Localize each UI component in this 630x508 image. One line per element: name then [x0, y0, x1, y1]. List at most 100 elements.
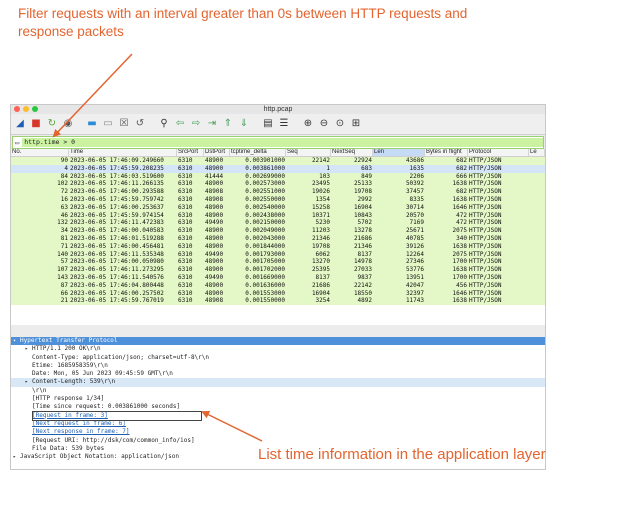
packet-row[interactable]: 81 2023-06-05 17:46:01.519288 6310 48900 0.0… [11, 234, 545, 243]
resize-columns-icon[interactable]: ⊞ [349, 117, 363, 131]
frame-link[interactable]: [Next request in frame: 6] [11, 420, 545, 428]
packet-row[interactable]: 140 2023-06-05 17:46:11.535348 6310 49490 0.… [11, 250, 545, 259]
expand-triangle-icon[interactable]: ▸ [25, 378, 32, 386]
packet-cell: 6310 [178, 289, 193, 297]
packet-cell: 21346 [311, 234, 330, 242]
expand-triangle-icon[interactable]: ▸ [25, 345, 32, 353]
packet-row[interactable]: 63 2023-06-05 17:46:00.253637 6310 48900 0.0… [11, 203, 545, 212]
zoom-normal-icon[interactable]: ⊙ [333, 117, 347, 131]
packet-row[interactable]: 21 2023-06-05 17:45:59.767019 6310 48908 0.0… [11, 297, 545, 306]
expand-triangle-icon[interactable]: ▸ [13, 453, 20, 461]
packet-row[interactable]: 16 2023-06-05 17:45:59.759742 6310 48908 0.0… [11, 195, 545, 204]
packet-cell: 48900 [205, 227, 224, 235]
detail-line[interactable]: Etime: 1685958359\r\n [11, 362, 545, 370]
packet-cell: 2023-06-05 17:46:11.535348 [70, 250, 164, 258]
packet-cell: 4 [64, 164, 68, 172]
packet-row[interactable]: 66 2023-06-05 17:46:00.257502 6310 48900 0.0… [11, 289, 545, 298]
open-folder-icon[interactable]: ▬ [85, 117, 99, 131]
column-header[interactable]: SrcPort [177, 149, 204, 156]
column-header[interactable]: Le [529, 149, 545, 156]
packet-cell: 10371 [311, 211, 330, 219]
detail-line[interactable]: [HTTP response 1/34] [11, 395, 545, 403]
packet-cell: 48900 [205, 164, 224, 172]
packet-cell: 2023-06-05 17:45:59.759742 [70, 195, 164, 203]
shark-fin-icon[interactable]: ◢ [13, 117, 27, 131]
detail-line[interactable]: Content-Type: application/json; charset=… [11, 354, 545, 362]
packet-row[interactable]: 107 2023-06-05 17:46:11.273295 6310 48900 0.… [11, 266, 545, 274]
packet-cell: 6310 [178, 219, 193, 227]
packet-row[interactable]: 132 2023-06-05 17:46:11.472383 6310 49490 0.… [11, 219, 545, 228]
packet-row[interactable]: 84 2023-06-05 17:46:03.519600 6310 41444 0.0… [11, 172, 545, 181]
column-header[interactable]: Seq [286, 149, 331, 156]
detail-line[interactable]: [Request URI: http://dsk/com/common_info… [11, 437, 545, 445]
packet-cell: HTTP/JSON [469, 289, 502, 297]
packet-row[interactable]: 71 2023-06-05 17:46:00.456481 6310 48900 0.0… [11, 242, 545, 251]
frame-link[interactable]: [Next response in frame: 7] [11, 428, 545, 436]
last-packet-icon[interactable]: ⇓ [237, 117, 251, 131]
back-icon[interactable]: ⇦ [173, 117, 187, 131]
display-filter-input[interactable]: http.time > 0 [22, 138, 543, 147]
packet-cell: 9837 [357, 273, 372, 281]
column-header[interactable]: Len [373, 149, 425, 156]
zoom-out-icon[interactable]: ⊖ [317, 117, 331, 131]
packet-cell: 6310 [178, 258, 193, 266]
bookmark-icon[interactable]: ▭ [15, 139, 19, 147]
options-icon[interactable]: ◉ [61, 117, 75, 131]
packet-cell: 46 [60, 211, 68, 219]
packet-row[interactable]: 72 2023-06-05 17:46:00.293588 6310 48908 0.0… [11, 188, 545, 196]
packet-cell: 143 [57, 273, 68, 281]
packet-cell: 15258 [311, 203, 330, 211]
packet-cell: 0.002540000 [245, 203, 285, 211]
packet-row[interactable]: 4 2023-06-05 17:45:59.208235 6310 48900 0.00… [11, 164, 545, 173]
packet-row[interactable]: 143 2023-06-05 17:46:11.540576 6310 49490 0.… [11, 273, 545, 282]
forward-icon[interactable]: ⇨ [189, 117, 203, 131]
colorize-icon[interactable]: ☰ [277, 117, 291, 131]
packet-cell: 10843 [353, 211, 372, 219]
first-packet-icon[interactable]: ⇑ [221, 117, 235, 131]
packet-cell: HTTP/JSON [469, 219, 502, 227]
packet-cell: 7169 [409, 219, 424, 227]
goto-icon[interactable]: ⇥ [205, 117, 219, 131]
packet-row[interactable]: 34 2023-06-05 17:46:00.040583 6310 48900 0.0… [11, 227, 545, 235]
packet-row[interactable]: 57 2023-06-05 17:46:00.050980 6310 48900 0.0… [11, 258, 545, 267]
detail-line[interactable]: ▸ HTTP/1.1 200 OK\r\n [11, 345, 545, 353]
packet-cell: HTTP/JSON [469, 180, 502, 188]
save-icon[interactable]: ▭ [101, 117, 115, 131]
stop-icon[interactable]: ■ [29, 117, 43, 131]
close-file-icon[interactable]: ☒ [117, 117, 131, 131]
expand-triangle-icon[interactable]: ▾ [13, 337, 20, 345]
column-header[interactable]: NextSeq [331, 149, 373, 156]
packet-cell: 20570 [405, 211, 424, 219]
packet-cell: 13951 [405, 273, 424, 281]
column-header[interactable]: Protocol [468, 149, 529, 156]
column-header[interactable]: No. [11, 149, 69, 156]
main-toolbar: ◢ ■ ↻ ◉ ▬ ▭ ☒ ↺ ⚲ ⇦ ⇨ ⇥ ⇑ ⇓ ▤ ☰ ⊕ ⊖ ⊙ ⊞ [11, 114, 545, 135]
packet-cell: HTTP/JSON [469, 250, 502, 258]
packet-row[interactable]: 46 2023-06-05 17:45:59.974154 6310 48900 0.0… [11, 211, 545, 220]
packet-cell: 40785 [405, 234, 424, 242]
column-header[interactable]: DstPort [204, 149, 230, 156]
find-icon[interactable]: ⚲ [157, 117, 171, 131]
packet-cell: 57 [60, 258, 68, 266]
packet-cell: 8335 [409, 195, 424, 203]
column-header[interactable]: Time [69, 149, 177, 156]
packet-cell: 2075 [452, 250, 467, 258]
packet-cell: 2023-06-05 17:46:11.472383 [70, 219, 164, 227]
packet-cell: 6310 [178, 227, 193, 235]
packet-cell: 6310 [178, 188, 193, 196]
detail-line[interactable]: \r\n [11, 387, 545, 395]
zoom-in-icon[interactable]: ⊕ [301, 117, 315, 131]
packet-row[interactable]: 102 2023-06-05 17:46:11.266135 6310 48900 0.… [11, 180, 545, 189]
packet-cell: HTTP/JSON [469, 266, 502, 274]
packet-row[interactable]: 90 2023-06-05 17:46:09.249660 6310 48900 0.0… [11, 157, 545, 165]
packet-row[interactable]: 87 2023-06-05 17:46:04.800448 6310 48900 0.0… [11, 281, 545, 290]
detail-line[interactable]: ▸ Content-Length: 539\r\n [11, 378, 545, 387]
restart-icon[interactable]: ↻ [45, 117, 59, 131]
column-header[interactable]: tcptime_delta [230, 149, 286, 156]
detail-line[interactable]: ▾ Hypertext Transfer Protocol [11, 337, 545, 346]
detail-line[interactable]: Date: Mon, 05 Jun 2023 09:45:59 GMT\r\n [11, 370, 545, 378]
column-header[interactable]: Bytes in flight [425, 149, 468, 156]
reload-icon[interactable]: ↺ [133, 117, 147, 131]
packet-cell: 0.003861000 [245, 164, 285, 172]
autoscroll-icon[interactable]: ▤ [261, 117, 275, 131]
